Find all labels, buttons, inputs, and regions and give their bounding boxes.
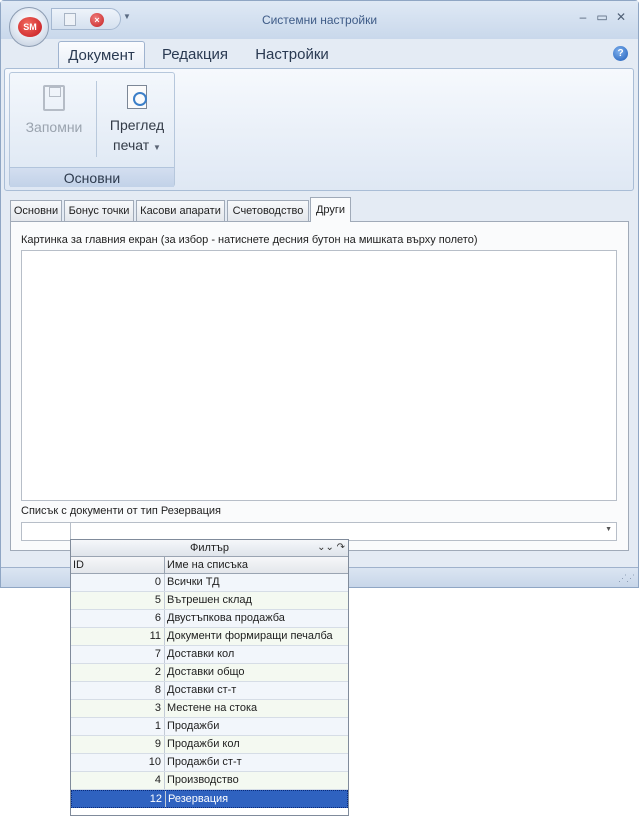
ribbon-group-label: Основни xyxy=(10,167,174,187)
list-item[interactable]: 6 Двустъпкова продажба xyxy=(71,610,348,628)
dropdown-column-headers: ID Име на списъка xyxy=(71,557,348,574)
list-item[interactable]: 8 Доставки ст-т xyxy=(71,682,348,700)
list-item-name: Продажби xyxy=(167,720,220,732)
ribbon-tab-edit[interactable]: Редакция xyxy=(153,41,237,69)
chevron-down-icon[interactable]: ▼ xyxy=(605,526,612,533)
list-item-name: Резервация xyxy=(168,793,229,805)
list-item[interactable]: 7 Доставки кол xyxy=(71,646,348,664)
list-item[interactable]: 2 Доставки общо xyxy=(71,664,348,682)
list-item-id: 4 xyxy=(71,772,165,789)
print-preview-label-1: Преглед xyxy=(109,117,165,133)
list-item-id: 9 xyxy=(71,736,165,753)
list-item[interactable]: 11 Документи формиращи печалба xyxy=(71,628,348,646)
print-preview-label-2: печат xyxy=(113,137,150,153)
list-item[interactable]: 10 Продажби ст-т xyxy=(71,754,348,772)
list-item-name: Двустъпкова продажба xyxy=(167,612,285,624)
list-item-id: 3 xyxy=(71,700,165,717)
app-logo-icon: SM xyxy=(18,17,42,37)
expand-filter-icon[interactable]: ⌄⌄ xyxy=(317,542,334,553)
column-header-id[interactable]: ID xyxy=(71,557,165,573)
tab-accounting[interactable]: Счетоводство xyxy=(227,200,309,221)
tab-cash-registers[interactable]: Касови апарати xyxy=(136,200,225,221)
dropdown-filter-header: Филтър ⌄⌄ ↷ xyxy=(71,540,348,557)
list-item[interactable]: 9 Продажби кол xyxy=(71,736,348,754)
ribbon-tab-settings[interactable]: Настройки xyxy=(245,41,339,69)
list-item-id: 7 xyxy=(71,646,165,663)
list-item-name: Вътрешен склад xyxy=(167,594,252,606)
ribbon-tabs: Документ Редакция Настройки xyxy=(1,39,638,69)
list-item-name: Местене на стока xyxy=(167,702,258,714)
list-item[interactable]: 12 Резервация xyxy=(71,790,348,808)
main-screen-picture-box[interactable] xyxy=(21,250,617,501)
list-item[interactable]: 5 Вътрешен склад xyxy=(71,592,348,610)
ribbon-separator xyxy=(96,81,97,157)
list-item[interactable]: 4 Производство xyxy=(71,772,348,790)
list-item-id: 5 xyxy=(71,592,165,609)
picture-label: Картинка за главния екран (за избор - на… xyxy=(21,234,478,246)
list-item[interactable]: 3 Местене на стока xyxy=(71,700,348,718)
list-item[interactable]: 1 Продажби xyxy=(71,718,348,736)
reservation-list-label: Списък с документи от тип Резервация xyxy=(21,505,221,517)
list-item-name: Доставки общо xyxy=(167,666,245,678)
column-header-name[interactable]: Име на списъка xyxy=(165,557,348,573)
refresh-icon[interactable]: ↷ xyxy=(337,542,345,553)
dropdown-arrow-icon: ▼ xyxy=(153,143,161,152)
print-preview-icon xyxy=(127,85,147,109)
list-item-name: Документи формиращи печалба xyxy=(167,630,333,642)
tab-page-other: Картинка за главния екран (за избор - на… xyxy=(10,221,629,551)
dropdown-rows: 0 Всички ТД 5 Вътрешен склад 6 Двустъпкова пр… xyxy=(71,574,348,808)
floppy-disk-icon xyxy=(43,85,65,111)
list-item-name: Продажби ст-т xyxy=(167,756,242,768)
filter-icons: ⌄⌄ ↷ xyxy=(317,540,345,556)
list-item-id: 12 xyxy=(72,791,166,807)
window-title: Системни настройки xyxy=(261,13,378,27)
list-item-name: Всички ТД xyxy=(167,576,220,588)
main-window: × ▼ Системни настройки – ▭ ✕ SM Документ… xyxy=(0,0,639,588)
save-button-label: Запомни xyxy=(25,119,83,135)
ribbon-tab-document[interactable]: Документ xyxy=(58,41,145,69)
list-item-name: Доставки ст-т xyxy=(167,684,237,696)
tab-bonus-points[interactable]: Бонус точки xyxy=(64,200,134,221)
list-item-name: Доставки кол xyxy=(167,648,235,660)
list-item-id: 8 xyxy=(71,682,165,699)
save-button[interactable]: Запомни xyxy=(14,77,94,137)
minimize-button[interactable]: – xyxy=(575,10,591,24)
list-item-id: 1 xyxy=(71,718,165,735)
list-item-name: Производство xyxy=(167,774,239,786)
list-item[interactable]: 0 Всички ТД xyxy=(71,574,348,592)
tab-basic[interactable]: Основни xyxy=(10,200,62,221)
list-item-id: 2 xyxy=(71,664,165,681)
tab-other[interactable]: Други xyxy=(310,197,351,222)
title-bar: × ▼ Системни настройки – ▭ ✕ xyxy=(1,1,638,39)
ribbon-group-main: Запомни Преглед печат ▼ Основни xyxy=(9,72,175,187)
resize-grip-icon[interactable]: ⋰⋰ xyxy=(618,573,635,584)
list-dropdown: Филтър ⌄⌄ ↷ ID Име на списъка 0 Всички ТД… xyxy=(70,539,349,816)
filter-label: Филтър xyxy=(190,542,229,554)
print-preview-button[interactable]: Преглед печат ▼ xyxy=(102,77,172,158)
list-item-id: 10 xyxy=(71,754,165,771)
app-menu-button[interactable]: SM xyxy=(9,7,49,47)
close-button[interactable]: ✕ xyxy=(613,10,629,24)
ribbon-panel: Запомни Преглед печат ▼ Основни xyxy=(4,68,634,191)
list-item-id: 6 xyxy=(71,610,165,627)
help-icon[interactable]: ? xyxy=(613,46,628,61)
list-item-id: 11 xyxy=(71,628,165,645)
reservation-id-field[interactable] xyxy=(21,522,71,541)
list-item-name: Продажби кол xyxy=(167,738,240,750)
maximize-button[interactable]: ▭ xyxy=(594,10,610,24)
list-item-id: 0 xyxy=(71,574,165,591)
content-area: Основни Бонус точки Касови апарати Счето… xyxy=(1,191,638,566)
